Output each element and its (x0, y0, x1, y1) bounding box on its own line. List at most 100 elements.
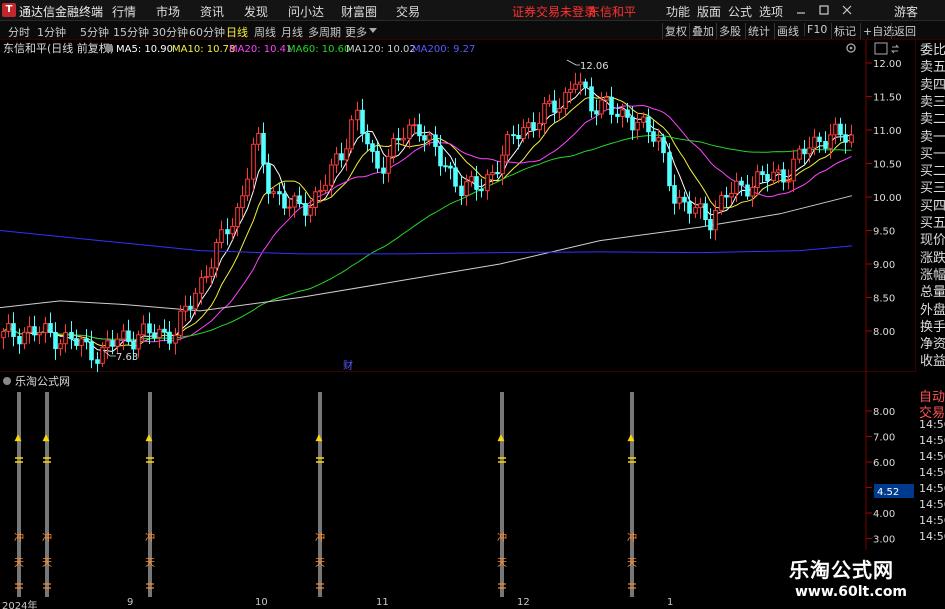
indicator-tick-label: 4.00 (873, 509, 895, 520)
signal-up-icon: ▲ (628, 433, 635, 443)
candle-body (204, 275, 209, 279)
candle-body (32, 326, 37, 336)
tab-15min[interactable]: 15分钟 (113, 24, 149, 40)
side-panel-item[interactable]: 买五 (920, 216, 945, 232)
tab-weekly[interactable]: 周线 (254, 24, 276, 40)
side-panel-item[interactable]: 买二 (920, 164, 945, 180)
signal-label-2: 天 (627, 558, 637, 569)
swap-icon[interactable] (890, 44, 900, 54)
candlestick-chart[interactable]: 12.00 11.50 11.00 10.50 10.00 9.50 9.00 8.50 8.0… (0, 40, 915, 372)
candle-body (797, 148, 802, 160)
side-panel-item[interactable]: 卖一 (920, 130, 945, 146)
statistics-button[interactable]: 统计 (745, 23, 772, 39)
candle-body (630, 116, 635, 131)
candle-body (433, 134, 438, 147)
candle-body (573, 83, 578, 90)
side-panel-item[interactable]: 卖二 (920, 112, 945, 128)
draw-line-button[interactable]: 画线 (774, 23, 801, 39)
side-panel-item[interactable]: 净资 (920, 337, 945, 353)
tab-60min[interactable]: 60分钟 (189, 24, 225, 40)
mark-button[interactable]: 标记 (831, 23, 858, 39)
side-panel-item[interactable]: 委比 (920, 43, 945, 59)
menu-item-wealth[interactable]: 财富圈 (341, 3, 377, 20)
candle-body (552, 100, 557, 113)
menu-item-trade[interactable]: 交易 (396, 3, 420, 20)
candle-body (147, 323, 152, 334)
current-stock-name: 东信和平 (588, 5, 637, 19)
window-mode-icon[interactable] (874, 42, 888, 55)
candle-body (713, 209, 718, 231)
close-icon[interactable] (841, 4, 853, 16)
candle-body (173, 334, 178, 344)
candle-body (583, 81, 588, 88)
candle-body (43, 323, 48, 334)
side-panel-item[interactable]: 现价 (920, 233, 945, 249)
legend-toggle-icon[interactable] (105, 44, 113, 52)
side-panel-item[interactable]: 换手 (920, 320, 945, 336)
signal-up-icon: ▲ (146, 433, 153, 443)
side-panel-item[interactable]: 买四 (920, 199, 945, 215)
candle-body (386, 155, 391, 174)
side-panel-item[interactable]: 涨跌 (920, 251, 945, 267)
candle-body (282, 193, 287, 209)
signal-up-icon: ▲ (15, 433, 22, 443)
side-panel-item[interactable]: 买一 (920, 147, 945, 163)
f10-button[interactable]: F10 (804, 23, 829, 36)
candle-body (391, 138, 396, 157)
tab-5min[interactable]: 5分钟 (80, 24, 109, 40)
tab-monthly[interactable]: 月线 (281, 24, 303, 40)
trade-panel-item: 14:56 (919, 450, 945, 463)
candle-body (313, 191, 318, 209)
tab-intraday[interactable]: 分时 (8, 24, 30, 40)
candle-body (438, 145, 443, 167)
maximize-icon[interactable] (818, 4, 830, 16)
side-panel-item[interactable]: 总量 (920, 285, 945, 301)
candle-body (37, 332, 42, 336)
signal-column: ▲ 冲天 (14, 392, 24, 597)
candle-body (245, 178, 250, 197)
menu-item-discover[interactable]: 发现 (244, 3, 268, 20)
tab-1min[interactable]: 1分钟 (37, 24, 66, 40)
chevron-down-icon[interactable] (369, 28, 377, 34)
back-button[interactable]: 返回 (891, 23, 918, 39)
candle-body (719, 194, 724, 211)
side-panel-item[interactable]: 卖三 (920, 95, 945, 111)
indicator-toggle-icon[interactable] (3, 377, 11, 385)
candle-body (240, 195, 245, 209)
watermark-url: www.60lt.com (795, 584, 908, 600)
tab-30min[interactable]: 30分钟 (152, 24, 188, 40)
side-panel-item[interactable]: 收益 (920, 354, 945, 370)
menu-item-market[interactable]: 行情 (112, 3, 136, 20)
minimize-icon[interactable] (795, 4, 807, 16)
adjust-button[interactable]: 复权 (662, 23, 689, 39)
side-panel-item[interactable]: 卖五 (920, 60, 945, 76)
tab-multi-period[interactable]: 多周期 (308, 24, 341, 40)
candle-body (828, 134, 833, 149)
menu-item-assistant[interactable]: 问小达 (288, 3, 324, 20)
price-tick-label: 9.00 (873, 260, 895, 271)
side-panel-item[interactable]: 涨幅 (920, 268, 945, 284)
menu-item-layout[interactable]: 版面 (697, 3, 721, 20)
guest-label[interactable]: 游客 (894, 3, 918, 20)
menu-item-formula[interactable]: 公式 (728, 3, 752, 20)
multi-stock-button[interactable]: 多股 (716, 23, 743, 39)
gear-icon[interactable] (846, 43, 856, 53)
overlay-button[interactable]: 叠加 (689, 23, 716, 39)
menu-item-news[interactable]: 资讯 (200, 3, 224, 20)
date-label: 9 (127, 597, 134, 608)
side-panel-item[interactable]: 卖四 (920, 78, 945, 94)
tab-more[interactable]: 更多 (345, 24, 367, 40)
side-panel-item[interactable]: 买三 (920, 181, 945, 197)
candle-body (167, 331, 172, 344)
finance-marker[interactable]: 财 (343, 359, 353, 372)
candle-body (500, 154, 505, 175)
tab-daily[interactable]: 日线 (226, 24, 248, 40)
candle-body (537, 122, 542, 131)
candle-body (251, 143, 256, 180)
candle-body (6, 323, 11, 332)
menu-item-functions[interactable]: 功能 (666, 3, 690, 20)
side-panel-item[interactable]: 外盘 (920, 303, 945, 319)
menu-item-markets[interactable]: 市场 (156, 3, 180, 20)
menu-item-options[interactable]: 选项 (759, 3, 783, 20)
trade-login-notice[interactable]: 证券交易未登录 (512, 3, 596, 20)
